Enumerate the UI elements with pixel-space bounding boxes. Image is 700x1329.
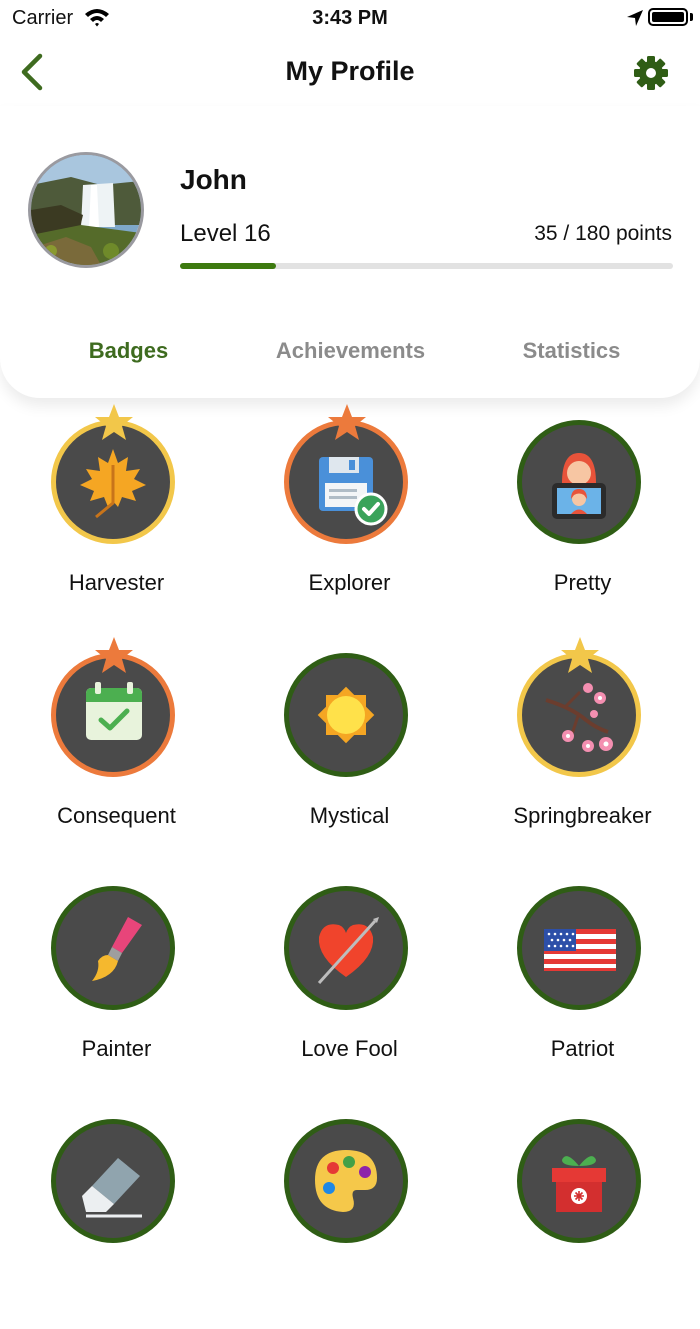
selfie-phone-icon [552,453,606,519]
sun-icon [317,686,375,744]
star-icon [95,637,133,673]
palette-icon [315,1150,377,1212]
location-arrow-icon [627,10,643,26]
badge-consequent[interactable]: Consequent [0,633,233,863]
eraser-icon [82,1158,142,1218]
paintbrush-icon [92,917,142,981]
badge-explorer[interactable]: Explorer [233,400,466,630]
badge-mystical[interactable]: Mystical [233,633,466,863]
level-label: Level 16 [180,220,271,247]
badge-label: Harvester [68,570,165,595]
points-label: 35 / 180 points [534,222,672,245]
status-bar: Carrier 3:43 PM [0,0,700,36]
profile-card: John Level 16 35 / 180 points Badges Ach… [0,106,700,398]
badge-label: Painter [81,1036,152,1061]
badge-ring [517,1119,641,1243]
level-progress-bar [180,263,673,269]
badge-painter[interactable]: Painter [0,866,233,1096]
avatar[interactable] [28,152,144,268]
badge-love-fool[interactable]: Love Fool [233,866,466,1096]
badge-pretty[interactable]: Pretty [466,400,699,630]
navigation-bar: My Profile [0,36,700,106]
badge-ring [517,420,641,544]
badge-ring [51,886,175,1010]
badge-harvester[interactable]: Harvester [0,400,233,630]
badge-ring [284,1119,408,1243]
badge-eraser[interactable] [0,1099,233,1329]
clock-time: 3:43 PM [312,7,388,29]
battery-tip [690,13,693,21]
badge-patriot[interactable]: Patriot [466,866,699,1096]
us-flag-icon [544,929,616,971]
gear-icon[interactable] [632,54,670,92]
badge-ring [284,886,408,1010]
star-icon [95,404,133,440]
gift-icon [552,1156,606,1212]
badge-label: Love Fool [301,1036,398,1061]
badge-ring [51,1119,175,1243]
heart-arrow-icon [317,917,379,985]
badge-label: Consequent [57,803,176,828]
badge-label: Pretty [553,570,612,595]
badge-label: Patriot [550,1036,615,1061]
badge-ring [284,653,408,777]
user-name: John [180,164,247,195]
page-title: My Profile [285,56,415,86]
badge-springbreaker[interactable]: Springbreaker [466,633,699,863]
badge-ring [517,886,641,1010]
tab-achievements[interactable]: Achievements [234,338,467,364]
tab-badges[interactable]: Badges [12,338,245,364]
badge-label: Explorer [308,570,391,595]
battery-icon [648,8,688,26]
star-icon [561,637,599,673]
level-progress-fill [180,263,276,269]
badge-label: Mystical [309,803,390,828]
badge-label: Springbreaker [513,803,652,828]
star-icon [328,404,366,440]
badge-gift[interactable] [466,1099,699,1329]
tab-statistics[interactable]: Statistics [455,338,688,364]
badge-palette[interactable] [233,1099,466,1329]
waterfall-photo [31,155,141,265]
profile-tabs: Badges Achievements Statistics [0,330,700,370]
